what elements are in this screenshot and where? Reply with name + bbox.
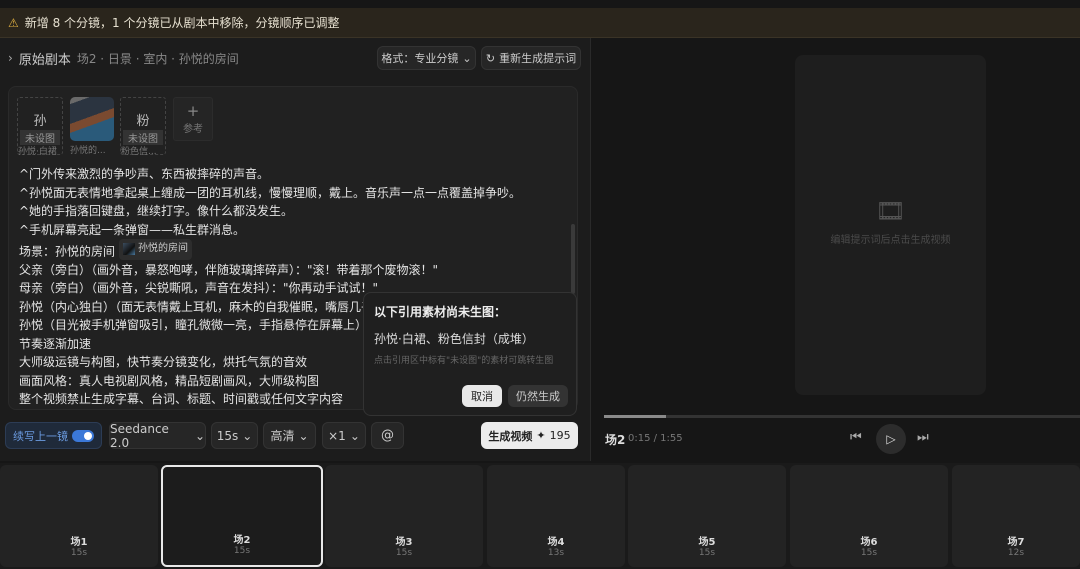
popover-note: 点击引用区中标有"未设图"的素材可跳转生图: [374, 356, 554, 366]
scene-duration: 15s: [395, 548, 413, 558]
generate-label: 生成视频: [488, 429, 533, 443]
script-line: ^孙悦面无表情地拿起桌上缠成一团的耳机线，慢慢理顺，戴上。音乐声一点一点覆盖掉争…: [19, 185, 522, 200]
skip-next-icon[interactable]: ⏭: [917, 430, 929, 445]
script-line: ^手机屏幕亮起一条弹窗——私生群消息。: [19, 222, 246, 237]
scene-label: 场景：孙悦的房间: [19, 244, 116, 259]
model-dropdown[interactable]: Seedance 2.0 ⌄: [109, 421, 206, 450]
scene-chip[interactable]: 孙悦的房间: [119, 239, 193, 260]
video-preview: 🎞 编辑提示词后点击生成视频: [795, 55, 986, 395]
ref-name: 孙悦·白裙: [18, 147, 57, 157]
script-line: ^门外传来激烈的争吵声、东西被摔碎的声音。: [19, 167, 270, 181]
scene-thumbnail: [123, 243, 136, 256]
credit-cost: 195: [549, 429, 571, 442]
chevron-down-icon: ⌄: [242, 428, 253, 443]
ref-sunyue-room[interactable]: 孙悦的...: [70, 97, 116, 156]
scene-duration: 13s: [547, 548, 565, 558]
mention-button[interactable]: @: [371, 422, 404, 449]
duration-label: 15s: [216, 428, 239, 443]
scene-card[interactable]: 场5 15s: [628, 465, 786, 567]
script-line: ^她的手指落回键盘，继续打字。像什么都没发生。: [19, 204, 294, 218]
ref-thumbnail: [70, 97, 114, 141]
ref-pink-envelope[interactable]: 粉 未设图 粉色信...: [120, 97, 166, 157]
ref-initial: 孙: [33, 114, 47, 129]
generate-video-button[interactable]: 生成视频 ✦ 195: [481, 422, 578, 449]
regenerate-label: 重新生成提示词: [499, 52, 577, 65]
toggle-switch[interactable]: [72, 429, 94, 442]
script-header: › 原始剧本 场2 · 日景 · 室内 · 孙悦的房间: [8, 46, 239, 70]
continue-label: 续写上一镜: [13, 429, 68, 443]
scene-duration: 15s: [698, 548, 716, 558]
script-line: 父亲（旁白）（画外音，暴怒咆哮，伴随玻璃摔碎声）："滚！带着那个废物滚！": [19, 262, 439, 277]
plus-icon: +: [186, 102, 200, 120]
expand-chevron-icon[interactable]: ›: [8, 51, 13, 65]
quality-label: 高清: [270, 429, 295, 443]
scene-card[interactable]: 场4 13s: [487, 465, 625, 567]
current-scene: 场2: [605, 433, 626, 447]
add-reference-button[interactable]: + 参考: [173, 97, 213, 141]
scene-subtitle: 场2 · 日景 · 室内 · 孙悦的房间: [76, 51, 239, 66]
scene-label: 场1: [70, 537, 88, 548]
chevron-down-icon: ⌄: [194, 428, 205, 443]
scrollbar[interactable]: [571, 224, 575, 294]
film-icon: 🎞: [875, 197, 906, 225]
not-set-badge: 未设图: [123, 130, 163, 145]
chevron-down-icon: ⌄: [298, 428, 309, 443]
ref-initial: 粉: [136, 114, 150, 129]
scene-label: 场6: [860, 537, 878, 548]
scene-label: 场2: [233, 535, 251, 546]
play-icon: ▷: [886, 432, 896, 446]
notification-banner: ⚠ 新增 8 个分镜，1 个分镜已从剧本中移除，分镜顺序已调整: [0, 8, 1080, 38]
quality-dropdown[interactable]: 高清 ⌄: [263, 422, 316, 449]
format-label: 格式：专业分镜: [381, 52, 459, 65]
count-label: ×1: [328, 428, 346, 443]
skip-previous-icon[interactable]: ⏮: [850, 430, 862, 445]
model-label: Seedance 2.0: [110, 421, 169, 450]
regenerate-prompt-button[interactable]: ↻ 重新生成提示词: [481, 46, 581, 70]
popover-title: 以下引用素材尚未生图：: [374, 305, 507, 319]
scene-duration: 12s: [1007, 548, 1025, 558]
ref-name: 粉色信...: [121, 147, 157, 157]
preview-hint: 编辑提示词后点击生成视频: [830, 235, 951, 246]
not-set-badge: 未设图: [20, 130, 60, 145]
ref-sunyue-white-dress[interactable]: 孙 未设图 孙悦·白裙: [17, 97, 63, 157]
add-reference-label: 参考: [183, 124, 203, 135]
scene-duration: 15s: [860, 548, 878, 558]
count-dropdown[interactable]: ×1 ⌄: [322, 422, 366, 449]
at-icon: @: [381, 428, 394, 443]
credit-icon: ✦: [536, 429, 546, 442]
banner-text: 新增 8 个分镜，1 个分镜已从剧本中移除，分镜顺序已调整: [24, 16, 340, 30]
scene-label: 场5: [698, 537, 716, 548]
refresh-icon: ↻: [485, 51, 496, 65]
progress-fill: [604, 415, 666, 418]
missing-assets-popover: 以下引用素材尚未生图： 孙悦·白裙、粉色信封（成堆） 点击引用区中标有"未设图"…: [363, 292, 577, 416]
scene-duration: 15s: [233, 546, 251, 556]
progress-bar[interactable]: [604, 415, 1080, 418]
scene-card[interactable]: 场6 15s: [790, 465, 948, 567]
scene-label: 场3: [395, 537, 413, 548]
warning-icon: ⚠: [8, 15, 19, 30]
scene-chip-label: 孙悦的房间: [138, 243, 189, 254]
scene-card[interactable]: 场1 15s: [0, 465, 158, 567]
time-readout: 0:15 / 1:55: [628, 433, 683, 444]
scene-card[interactable]: 场2 15s: [161, 465, 323, 567]
duration-dropdown[interactable]: 15s ⌄: [211, 422, 258, 449]
play-button[interactable]: ▷: [876, 424, 906, 454]
scene-card[interactable]: 场7 12s: [952, 465, 1080, 567]
continue-toggle[interactable]: 续写上一镜: [5, 422, 102, 449]
scene-label: 场7: [1007, 537, 1025, 548]
script-title: 原始剧本: [18, 52, 71, 68]
scene-label: 场4: [547, 537, 565, 548]
cancel-button[interactable]: 取消: [462, 385, 502, 407]
chevron-down-icon: ⌄: [462, 51, 472, 65]
format-dropdown[interactable]: 格式：专业分镜 ⌄: [377, 46, 476, 70]
scene-card[interactable]: 场3 15s: [325, 465, 483, 567]
chevron-down-icon: ⌄: [349, 428, 360, 443]
popover-items: 孙悦·白裙、粉色信封（成堆）: [374, 332, 534, 346]
generate-anyway-button[interactable]: 仍然生成: [508, 385, 568, 407]
scene-duration: 15s: [70, 548, 88, 558]
